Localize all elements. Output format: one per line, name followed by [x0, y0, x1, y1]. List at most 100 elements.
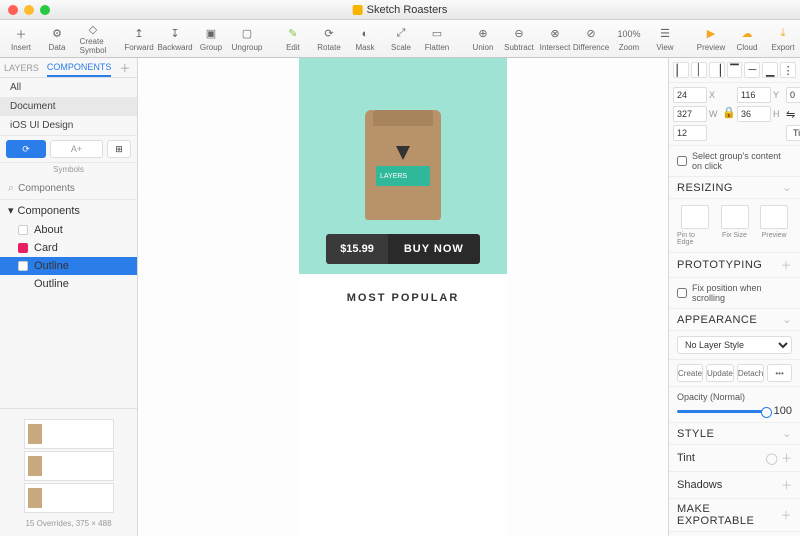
- flip-icon[interactable]: ⇋: [786, 108, 795, 121]
- price-label: $15.99: [326, 234, 388, 264]
- view-button[interactable]: ☰View: [648, 22, 682, 56]
- align-bottom-button[interactable]: ▁: [762, 62, 778, 78]
- close-window-icon[interactable]: [8, 5, 18, 15]
- lock-icon[interactable]: 🔒: [722, 106, 734, 118]
- style-detach-button[interactable]: Detach: [737, 364, 764, 382]
- components-group-header[interactable]: ▾Components: [0, 200, 137, 221]
- select-group-label: Select group's content on click: [692, 151, 792, 171]
- component-about[interactable]: About: [0, 221, 137, 239]
- align-top-button[interactable]: ▔: [727, 62, 743, 78]
- style-update-button[interactable]: Update: [706, 364, 734, 382]
- appearance-header[interactable]: APPEARANCE⌄: [669, 309, 800, 331]
- text-style-button[interactable]: A+: [50, 140, 103, 158]
- r-input[interactable]: [786, 87, 800, 103]
- flatten-button[interactable]: ▭Flatten: [420, 22, 454, 56]
- align-left-button[interactable]: ▏: [673, 62, 689, 78]
- pin-to-edge-option[interactable]: Pin to Edge: [677, 205, 713, 246]
- prototyping-header[interactable]: PROTOTYPING＋: [669, 253, 800, 278]
- tab-components[interactable]: COMPONENTS: [47, 59, 112, 77]
- style-more-button[interactable]: •••: [767, 364, 792, 382]
- group-button[interactable]: ▣Group: [194, 22, 228, 56]
- create-symbol-button[interactable]: ◇Create Symbol: [76, 22, 110, 56]
- align-middle-button[interactable]: ─: [744, 62, 760, 78]
- fix-position-label: Fix position when scrolling: [692, 283, 792, 303]
- edit-button[interactable]: ✎Edit: [276, 22, 310, 56]
- product-image: LAYERS: [365, 110, 441, 220]
- h-input[interactable]: [737, 106, 771, 122]
- style-header[interactable]: STYLE⌄: [669, 423, 800, 445]
- component-outline-child[interactable]: Outline: [0, 275, 137, 293]
- filter-ios[interactable]: iOS UI Design: [0, 116, 137, 135]
- window-title: Sketch Roasters: [367, 4, 448, 16]
- document-icon: [353, 5, 363, 15]
- search-icon: ⌕: [8, 182, 14, 195]
- forward-button[interactable]: ↥Forward: [122, 22, 156, 56]
- align-center-button[interactable]: │: [691, 62, 707, 78]
- inspector-panel: ▏ │ ▕ ▔ ─ ▁ ⋮ X Y W 🔒 H ⇋ Tidy Select gr…: [668, 58, 800, 536]
- x-input[interactable]: [673, 87, 707, 103]
- search-input[interactable]: [18, 183, 150, 194]
- bag-label: LAYERS: [376, 166, 430, 186]
- exportable-header[interactable]: MAKE EXPORTABLE＋: [669, 499, 800, 532]
- select-group-checkbox[interactable]: [677, 156, 687, 166]
- tidy-button[interactable]: Tidy: [786, 125, 800, 141]
- component-card[interactable]: Card: [0, 239, 137, 257]
- canvas[interactable]: LAYERS $15.99 BUY NOW MOST POPULAR: [138, 58, 668, 536]
- zoom-control[interactable]: 100%Zoom: [612, 22, 646, 56]
- maximize-window-icon[interactable]: [40, 5, 50, 15]
- hero-section: LAYERS $15.99 BUY NOW: [299, 58, 507, 274]
- backward-button[interactable]: ↧Backward: [158, 22, 192, 56]
- data-button[interactable]: ⚙Data: [40, 22, 74, 56]
- fix-size-option[interactable]: Fix Size: [717, 205, 753, 246]
- opacity-label: Opacity (Normal): [677, 392, 792, 402]
- w-input[interactable]: [673, 106, 707, 122]
- rotate-input[interactable]: [673, 125, 707, 141]
- minimize-window-icon[interactable]: [24, 5, 34, 15]
- tint-row[interactable]: Tint◯ ＋: [669, 445, 800, 472]
- difference-button[interactable]: ⊘Difference: [574, 22, 608, 56]
- shadows-row[interactable]: Shadows＋: [669, 472, 800, 499]
- component-outline[interactable]: Outline: [0, 257, 137, 275]
- artboard[interactable]: LAYERS $15.99 BUY NOW MOST POPULAR: [299, 58, 507, 536]
- y-input[interactable]: [737, 87, 771, 103]
- controls-button[interactable]: ⊞: [107, 140, 131, 158]
- opacity-slider[interactable]: [677, 410, 769, 413]
- cta-bar: $15.99 BUY NOW: [326, 234, 480, 264]
- thumbnail[interactable]: [24, 483, 114, 513]
- union-button[interactable]: ⊕Union: [466, 22, 500, 56]
- resizing-header[interactable]: RESIZING⌄: [669, 177, 800, 199]
- mask-button[interactable]: ◐Mask: [348, 22, 382, 56]
- export-button[interactable]: ⤓Export: [766, 22, 800, 56]
- preview-button[interactable]: ▶Preview: [694, 22, 728, 56]
- resize-preview-option[interactable]: Preview: [756, 205, 792, 246]
- intersect-button[interactable]: ⊗Intersect: [538, 22, 572, 56]
- thumbnail-caption: 15 Overrides, 375 × 488: [8, 515, 129, 528]
- distribute-button[interactable]: ⋮: [780, 62, 796, 78]
- layer-style-select[interactable]: No Layer Style: [677, 336, 792, 354]
- opacity-value: 100: [774, 405, 792, 417]
- cloud-button[interactable]: ☁Cloud: [730, 22, 764, 56]
- tab-layers[interactable]: LAYERS: [4, 60, 39, 76]
- ungroup-button[interactable]: ▢Ungroup: [230, 22, 264, 56]
- thumbnail[interactable]: [24, 419, 114, 449]
- buy-now-button[interactable]: BUY NOW: [388, 234, 480, 264]
- align-right-button[interactable]: ▕: [709, 62, 725, 78]
- rotate-button[interactable]: ⟳Rotate: [312, 22, 346, 56]
- thumbnail[interactable]: [24, 451, 114, 481]
- brand-logo-icon: [396, 146, 410, 160]
- filter-document[interactable]: Document: [0, 97, 137, 116]
- symbols-label: Symbols: [0, 163, 137, 178]
- fix-position-checkbox[interactable]: [677, 288, 687, 298]
- filter-all[interactable]: All: [0, 78, 137, 97]
- scale-button[interactable]: ⤢Scale: [384, 22, 418, 56]
- window-titlebar: Sketch Roasters: [0, 0, 800, 20]
- section-heading: MOST POPULAR: [299, 274, 507, 322]
- add-tab-icon[interactable]: ＋: [119, 60, 130, 76]
- preview-thumbnails: 15 Overrides, 375 × 488: [0, 408, 137, 536]
- create-component-button[interactable]: ⟳: [6, 140, 46, 158]
- toolbar: ＋Insert ⚙Data ◇Create Symbol ↥Forward ↧B…: [0, 20, 800, 58]
- subtract-button[interactable]: ⊖Subtract: [502, 22, 536, 56]
- style-create-button[interactable]: Create: [677, 364, 703, 382]
- left-panel: LAYERS COMPONENTS ＋ — All Document iOS U…: [0, 58, 138, 536]
- insert-button[interactable]: ＋Insert: [4, 22, 38, 56]
